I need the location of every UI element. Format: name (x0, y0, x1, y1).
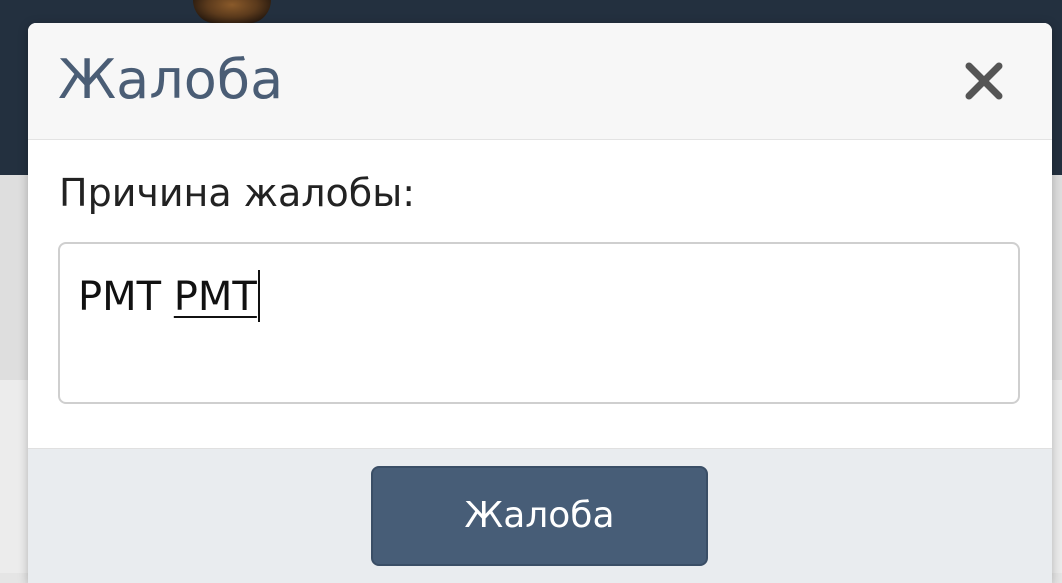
dialog-header: Жалоба (28, 23, 1052, 140)
report-dialog: Жалоба Причина жалобы: PMT PMT Жалоба (28, 23, 1052, 583)
submit-report-button[interactable]: Жалоба (371, 466, 708, 566)
reason-label: Причина жалобы: (59, 171, 416, 215)
dialog-footer: Жалоба (28, 448, 1052, 583)
reason-textarea[interactable]: PMT PMT (58, 242, 1020, 404)
app-logo (193, 0, 271, 24)
text-caret (257, 270, 260, 322)
reason-text-second-word: PMT (173, 274, 257, 320)
close-icon (965, 62, 1003, 100)
close-button[interactable] (958, 55, 1010, 107)
reason-text-first-word: PMT (78, 274, 162, 320)
dialog-body: Причина жалобы: PMT PMT (28, 140, 1052, 448)
dialog-title: Жалоба (58, 48, 284, 111)
